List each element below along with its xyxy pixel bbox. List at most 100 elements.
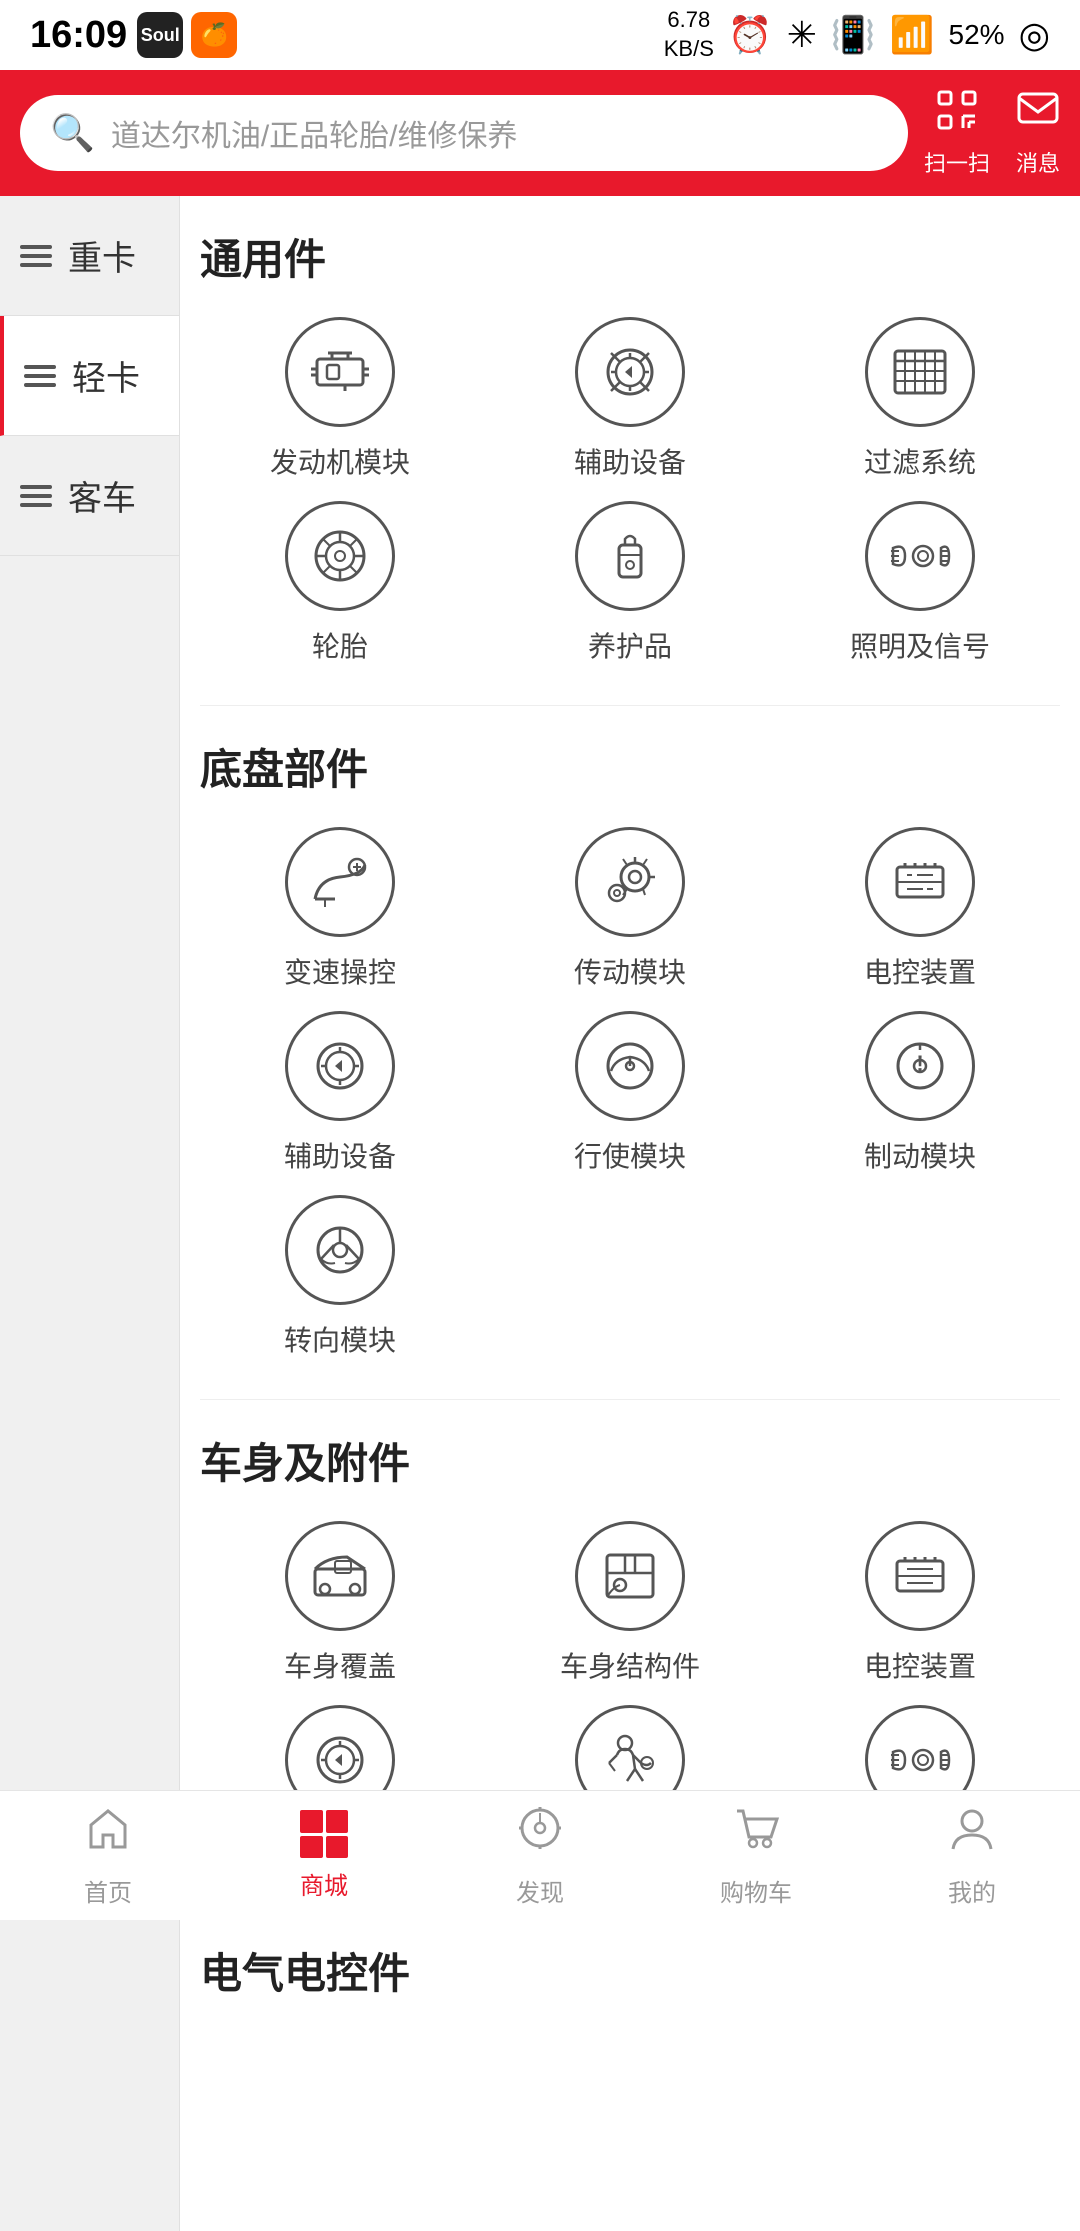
section-title-electric: 电气电控件	[200, 1940, 1060, 2001]
scan-label: 扫一扫	[924, 146, 990, 178]
body-cover-icon	[285, 1521, 395, 1631]
general-parts-grid: 发动机模块	[200, 317, 1060, 665]
item-driving[interactable]: 行使模块	[490, 1011, 770, 1175]
transmission-icon	[285, 827, 395, 937]
message-button[interactable]: 消息	[1016, 88, 1060, 178]
filter-label: 过滤系统	[864, 441, 976, 481]
nav-store-label: 商城	[300, 1866, 348, 1901]
body-cover-label: 车身覆盖	[284, 1645, 396, 1685]
nav-discover[interactable]: 发现	[432, 1791, 648, 1920]
search-input-wrapper[interactable]: 🔍 道达尔机油/正品轮胎/维修保养	[20, 95, 908, 171]
orange-app-icon: 🍊	[191, 12, 237, 58]
care-label: 养护品	[588, 625, 672, 665]
search-icon: 🔍	[50, 112, 95, 154]
lighting-icon-1	[865, 501, 975, 611]
care-icon	[575, 501, 685, 611]
sidebar-label-bus: 客车	[68, 471, 136, 520]
main-layout: 重卡 轻卡 客车 通用件	[0, 196, 1080, 2231]
search-bar: 🔍 道达尔机油/正品轮胎/维修保养 扫一扫	[0, 70, 1080, 196]
nav-cart[interactable]: 购物车	[648, 1791, 864, 1920]
body-structure-label: 车身结构件	[560, 1645, 700, 1685]
nav-discover-label: 发现	[516, 1873, 564, 1908]
menu-icon-3	[20, 485, 52, 507]
electric-icon-2	[865, 1521, 975, 1631]
auxiliary-icon-2	[285, 1011, 395, 1121]
item-filter[interactable]: 过滤系统	[780, 317, 1060, 481]
home-icon	[83, 1803, 133, 1865]
bluetooth-icon: ✳	[787, 14, 817, 56]
item-drive[interactable]: 传动模块	[490, 827, 770, 991]
vibrate-icon: 📳	[831, 14, 876, 56]
status-bar: 16:09 Soul 🍊 6.78KB/S ⏰ ✳ 📳 📶 52% ◎	[0, 0, 1080, 70]
section-title-chassis: 底盘部件	[200, 736, 1060, 797]
search-actions: 扫一扫 消息	[924, 88, 1060, 178]
tire-label: 轮胎	[312, 625, 368, 665]
driving-label: 行使模块	[574, 1135, 686, 1175]
item-auxiliary-2[interactable]: 辅助设备	[200, 1011, 480, 1175]
drive-icon	[575, 827, 685, 937]
nav-cart-label: 购物车	[720, 1873, 792, 1908]
svg-text:!: !	[916, 1051, 923, 1076]
profile-icon	[947, 1803, 997, 1865]
steering-icon	[285, 1195, 395, 1305]
section-title-body: 车身及附件	[200, 1430, 1060, 1491]
auxiliary-icon	[575, 317, 685, 427]
brake-icon: !	[865, 1011, 975, 1121]
nav-profile-label: 我的	[948, 1873, 996, 1908]
sidebar-item-heavy-truck[interactable]: 重卡	[0, 196, 179, 316]
scan-button[interactable]: 扫一扫	[924, 88, 990, 178]
electric-label-1: 电控装置	[864, 951, 976, 991]
sidebar-label-heavy-truck: 重卡	[68, 231, 136, 280]
store-icon	[300, 1810, 348, 1858]
item-electric-control-2[interactable]: 电控装置	[780, 1521, 1060, 1685]
nav-store[interactable]: 商城	[216, 1791, 432, 1920]
section-electric-parts: 电气电控件	[200, 1940, 1060, 2001]
item-transmission[interactable]: 变速操控	[200, 827, 480, 991]
message-label: 消息	[1016, 146, 1060, 178]
soul-icon: Soul	[137, 12, 183, 58]
item-electric-control-1[interactable]: 电控装置	[780, 827, 1060, 991]
item-brake[interactable]: ! 制动模块	[780, 1011, 1060, 1175]
item-steering[interactable]: 转向模块	[200, 1195, 480, 1359]
sidebar: 重卡 轻卡 客车	[0, 196, 180, 2231]
transmission-label: 变速操控	[284, 951, 396, 991]
item-engine-module[interactable]: 发动机模块	[200, 317, 480, 481]
item-lighting-1[interactable]: 照明及信号	[780, 501, 1060, 665]
battery-icon: ◎	[1019, 14, 1050, 56]
lighting-label-1: 照明及信号	[850, 625, 990, 665]
item-care[interactable]: 养护品	[490, 501, 770, 665]
item-tire[interactable]: 轮胎	[200, 501, 480, 665]
nav-home[interactable]: 首页	[0, 1791, 216, 1920]
nav-profile[interactable]: 我的	[864, 1791, 1080, 1920]
item-body-structure[interactable]: 车身结构件	[490, 1521, 770, 1685]
body-structure-icon	[575, 1521, 685, 1631]
search-placeholder: 道达尔机油/正品轮胎/维修保养	[111, 111, 518, 155]
sidebar-label-light-truck: 轻卡	[72, 351, 140, 400]
nav-home-label: 首页	[84, 1873, 132, 1908]
engine-label: 发动机模块	[270, 441, 410, 481]
battery: 52%	[949, 19, 1005, 51]
auxiliary-label-1: 辅助设备	[574, 441, 686, 481]
menu-icon	[20, 245, 52, 267]
status-right: 6.78KB/S ⏰ ✳ 📳 📶 52% ◎	[664, 6, 1050, 63]
filter-icon	[865, 317, 975, 427]
tire-icon	[285, 501, 395, 611]
network-speed: 6.78KB/S	[664, 6, 714, 63]
sidebar-item-bus[interactable]: 客车	[0, 436, 179, 556]
item-body-cover[interactable]: 车身覆盖	[200, 1521, 480, 1685]
electric-icon-1	[865, 827, 975, 937]
brake-label: 制动模块	[864, 1135, 976, 1175]
message-icon	[1016, 88, 1060, 142]
driving-icon	[575, 1011, 685, 1121]
signal-icon: 📶	[890, 14, 935, 56]
chassis-parts-grid: 变速操控	[200, 827, 1060, 1359]
menu-icon-2	[24, 365, 56, 387]
bottom-nav: 首页 商城 发现	[0, 1790, 1080, 1920]
section-general-parts: 通用件	[200, 226, 1060, 665]
item-auxiliary-1[interactable]: 辅助设备	[490, 317, 770, 481]
status-time: 16:09	[30, 14, 127, 57]
section-chassis-parts: 底盘部件 变速操控	[200, 736, 1060, 1359]
discover-icon	[515, 1803, 565, 1865]
sidebar-item-light-truck[interactable]: 轻卡	[0, 316, 179, 436]
scan-icon	[935, 88, 979, 142]
